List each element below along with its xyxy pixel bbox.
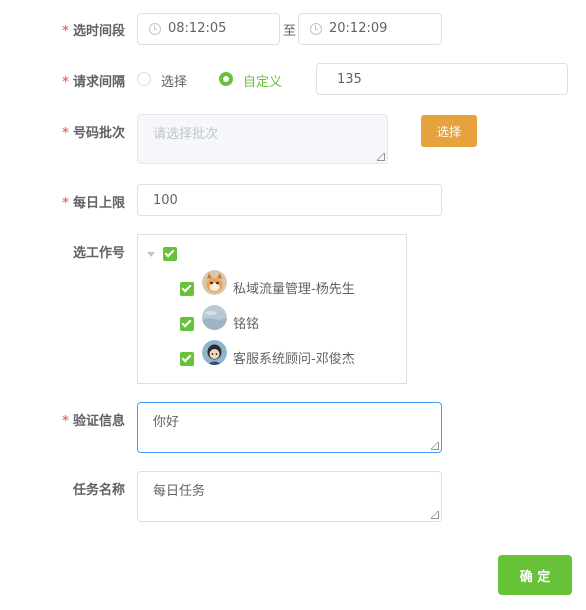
workers-row: 选工作号 私域流量管理-杨先生 铭铭 客服系统顾问-邓俊杰 bbox=[0, 234, 586, 384]
task-name-value: 每日任务 bbox=[153, 484, 206, 499]
required-asterisk: * bbox=[62, 414, 69, 429]
radio-select-label[interactable]: 选择 bbox=[161, 71, 187, 90]
interval-label-text: 请求间隔 bbox=[72, 75, 125, 90]
sky-avatar-svg bbox=[202, 305, 227, 330]
resize-handle[interactable] bbox=[377, 153, 385, 161]
radio-select[interactable] bbox=[137, 72, 151, 86]
daily-limit-value: 100 bbox=[153, 193, 178, 208]
workers-label: 选工作号 bbox=[73, 242, 125, 261]
batch-row: * 号码批次 请选择批次 选择 bbox=[0, 114, 586, 164]
worker-checkbox-1[interactable] bbox=[180, 282, 194, 296]
end-time-value: 20:12:09 bbox=[329, 21, 388, 36]
start-time-value: 08:12:05 bbox=[168, 21, 227, 36]
daily-limit-label: * 每日上限 bbox=[62, 192, 125, 211]
workers-tree: 私域流量管理-杨先生 铭铭 客服系统顾问-邓俊杰 bbox=[137, 234, 407, 384]
verify-label: * 验证信息 bbox=[62, 410, 125, 429]
radio-custom-label[interactable]: 自定义 bbox=[243, 71, 282, 90]
clock-icon bbox=[149, 23, 161, 35]
time-range-label-text: 选时间段 bbox=[72, 24, 125, 39]
batch-placeholder: 请选择批次 bbox=[153, 127, 219, 142]
task-name-label: 任务名称 bbox=[73, 479, 125, 498]
required-asterisk: * bbox=[62, 196, 69, 211]
verify-value: 你好 bbox=[153, 415, 180, 430]
required-asterisk: * bbox=[62, 126, 69, 141]
worker-name-3[interactable]: 客服系统顾问-邓俊杰 bbox=[233, 348, 355, 367]
task-name-row: 任务名称 每日任务 bbox=[0, 471, 586, 522]
dog-avatar-svg bbox=[202, 270, 227, 295]
interval-value: 135 bbox=[337, 72, 362, 87]
worker-checkbox-3[interactable] bbox=[180, 352, 194, 366]
batch-label: * 号码批次 bbox=[62, 122, 125, 141]
confirm-button[interactable]: 确 定 bbox=[498, 555, 572, 595]
sky-avatar-icon bbox=[202, 305, 227, 330]
worker-checkbox-2[interactable] bbox=[180, 317, 194, 331]
resize-handle[interactable] bbox=[431, 511, 439, 519]
interval-input[interactable]: 135 bbox=[316, 63, 568, 95]
daily-limit-input[interactable]: 100 bbox=[137, 184, 442, 216]
verify-textarea[interactable]: 你好 bbox=[137, 402, 442, 453]
workers-label-text: 选工作号 bbox=[72, 246, 125, 261]
required-asterisk: * bbox=[62, 75, 69, 90]
dog-avatar-icon bbox=[202, 270, 227, 295]
batch-select-button[interactable]: 选择 bbox=[421, 115, 477, 147]
batch-textarea[interactable]: 请选择批次 bbox=[137, 114, 388, 164]
end-time-input[interactable]: 20:12:09 bbox=[298, 13, 442, 45]
interval-row: * 请求间隔 选择 自定义 135 bbox=[0, 63, 586, 95]
resize-handle[interactable] bbox=[431, 442, 439, 450]
interval-label: * 请求间隔 bbox=[62, 71, 125, 90]
daily-limit-row: * 每日上限 100 bbox=[0, 184, 586, 216]
range-separator: 至 bbox=[283, 24, 297, 39]
caret-down-icon[interactable] bbox=[147, 252, 155, 257]
verify-row: * 验证信息 你好 bbox=[0, 402, 586, 453]
worker-name-2[interactable]: 铭铭 bbox=[233, 313, 259, 332]
person-avatar-svg bbox=[202, 340, 227, 365]
root-checkbox[interactable] bbox=[163, 247, 177, 261]
worker-name-1[interactable]: 私域流量管理-杨先生 bbox=[233, 278, 355, 297]
batch-label-text: 号码批次 bbox=[72, 126, 125, 141]
clock-icon bbox=[310, 23, 322, 35]
verify-label-text: 验证信息 bbox=[72, 414, 125, 429]
task-name-label-text: 任务名称 bbox=[72, 483, 125, 498]
radio-custom[interactable] bbox=[219, 72, 233, 86]
person-avatar-icon bbox=[202, 340, 227, 365]
daily-limit-label-text: 每日上限 bbox=[72, 196, 125, 211]
required-asterisk: * bbox=[62, 24, 69, 39]
time-range-row: * 选时间段 08:12:05 至 20:12:09 bbox=[0, 13, 586, 45]
start-time-input[interactable]: 08:12:05 bbox=[137, 13, 280, 45]
task-name-textarea[interactable]: 每日任务 bbox=[137, 471, 442, 522]
time-range-label: * 选时间段 bbox=[62, 20, 125, 39]
